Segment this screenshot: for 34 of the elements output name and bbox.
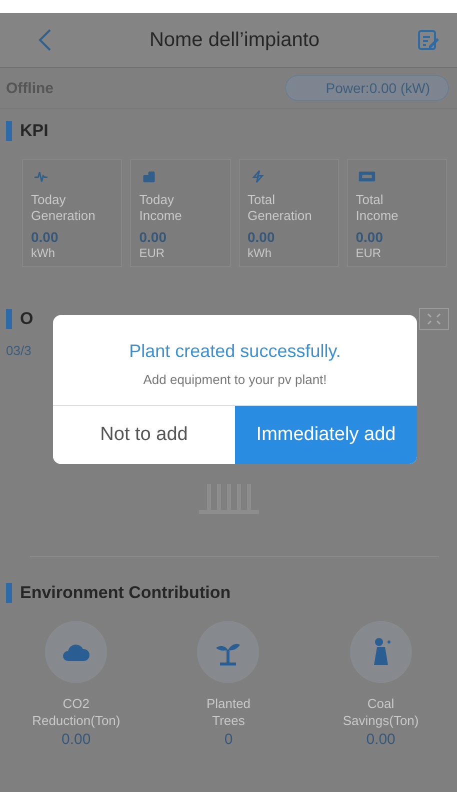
section-marker	[6, 121, 12, 141]
kpi-value: 0.00	[139, 229, 166, 245]
kpi-unit: kWh	[248, 246, 272, 260]
kpi-value: 0.00	[356, 229, 383, 245]
kpi-label: Today Income	[139, 192, 182, 224]
contribution-value: 0	[224, 731, 233, 748]
contribution-value: 0.00	[62, 731, 91, 748]
section-title: O	[20, 309, 34, 329]
contribution-label: Coal Savings(Ton)	[342, 695, 419, 729]
section-title: KPI	[20, 121, 48, 141]
kpi-label: Total Income	[356, 192, 398, 224]
cloud-icon	[62, 642, 90, 662]
power-badge: Power:0.00 (kW)	[284, 75, 449, 101]
contribution-label: Planted Trees	[206, 695, 251, 729]
edit-icon[interactable]	[416, 29, 439, 51]
dialog-title: Plant created successfully.	[129, 341, 341, 362]
kpi-value: 0.00	[248, 229, 275, 245]
add-button[interactable]: Immediately add	[235, 406, 417, 464]
back-icon[interactable]	[38, 28, 52, 52]
expand-icon[interactable]	[419, 308, 449, 330]
kpi-unit: EUR	[139, 246, 165, 260]
kpi-label: Today Generation	[31, 192, 96, 224]
section-marker	[6, 309, 12, 329]
date-text: 03/3	[5, 343, 32, 358]
section-title: Environment Contribution	[20, 583, 231, 603]
dialog-message: Add equipment to your pv plant!	[143, 372, 327, 387]
contribution-value: 0.00	[366, 731, 396, 748]
kpi-unit: kWh	[31, 246, 55, 260]
section-marker	[6, 583, 12, 603]
contribution-label: CO2 Reduction(Ton)	[32, 695, 120, 729]
kpi-unit: EUR	[356, 246, 382, 260]
page-title: Nome dell’impianto	[149, 28, 320, 52]
kpi-label: Total Generation	[248, 192, 312, 224]
kpi-value: 0.00	[31, 229, 58, 245]
